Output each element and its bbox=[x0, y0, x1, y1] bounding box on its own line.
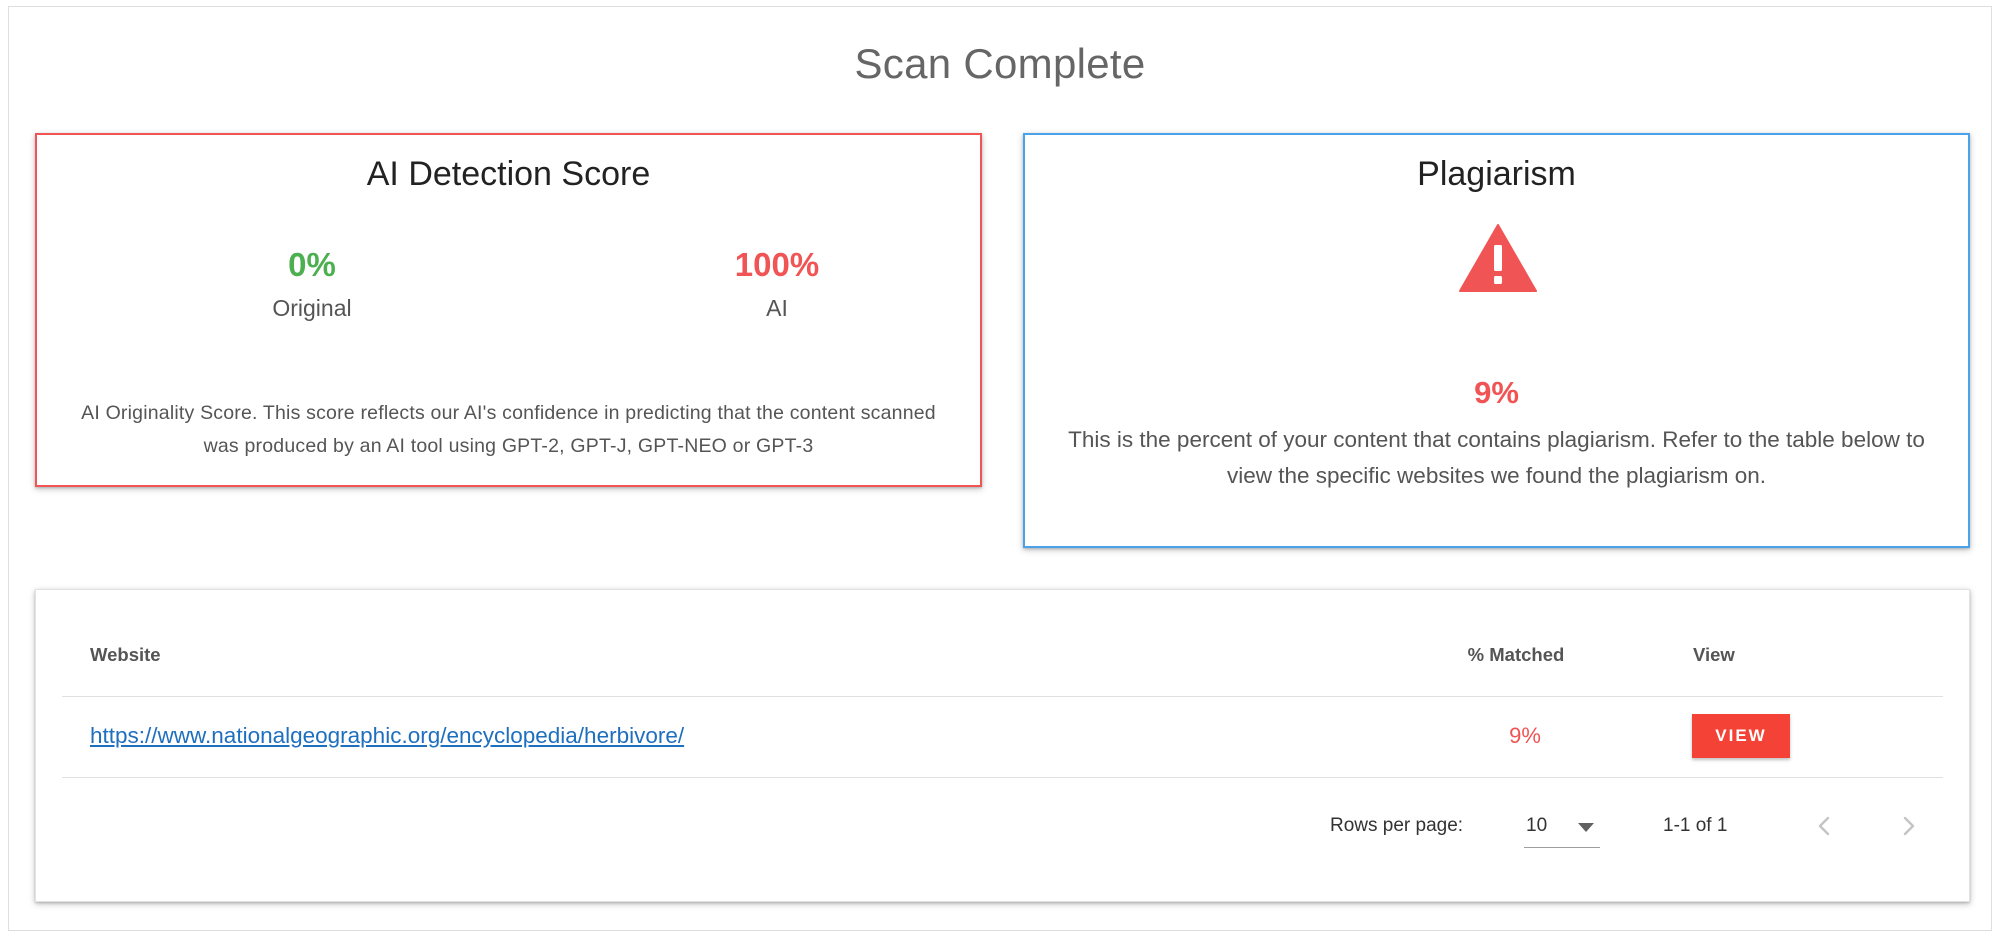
warning-triangle-icon bbox=[1459, 224, 1537, 292]
website-link[interactable]: https://www.nationalgeographic.org/encyc… bbox=[90, 723, 684, 749]
column-header-website[interactable]: Website bbox=[90, 644, 161, 666]
column-header-matched[interactable]: % Matched bbox=[1436, 644, 1596, 666]
ai-detection-card: AI Detection Score 0% Original 100% AI A… bbox=[35, 133, 982, 487]
plagiarism-description: This is the percent of your content that… bbox=[1068, 427, 1925, 488]
ai-score-label: AI bbox=[766, 295, 788, 321]
original-score: 0% Original bbox=[162, 245, 462, 322]
plagiarism-percent: 9% bbox=[1474, 375, 1519, 410]
matched-percent: 9% bbox=[1509, 723, 1541, 748]
chevron-right-icon[interactable] bbox=[1891, 809, 1925, 843]
ai-score: 100% AI bbox=[627, 245, 927, 322]
rows-per-page-value: 10 bbox=[1526, 815, 1548, 836]
original-score-label: Original bbox=[272, 295, 352, 321]
chevron-left-icon[interactable] bbox=[1808, 809, 1842, 843]
view-button[interactable]: VIEW bbox=[1692, 714, 1790, 758]
original-score-value: 0% bbox=[288, 246, 336, 283]
rows-per-page-label: Rows per page: bbox=[1330, 815, 1464, 836]
plagiarism-card-title: Plagiarism bbox=[1417, 155, 1576, 193]
ai-card-title: AI Detection Score bbox=[366, 155, 651, 193]
row-divider bbox=[62, 777, 1943, 778]
ai-score-value: 100% bbox=[734, 246, 820, 283]
column-header-view: View bbox=[1693, 644, 1735, 665]
plagiarism-card: Plagiarism 9% This is the percent of you… bbox=[1023, 133, 1970, 548]
results-table: Website % Matched View https://www.natio… bbox=[35, 589, 1970, 902]
caret-down-icon bbox=[1578, 823, 1594, 832]
rows-per-page-select[interactable]: 10 bbox=[1524, 804, 1600, 848]
header-divider bbox=[62, 696, 1943, 697]
ai-score-description: AI Originality Score. This score reflect… bbox=[81, 402, 936, 457]
page-title: Scan Complete bbox=[854, 40, 1146, 87]
pagination-range: 1-1 of 1 bbox=[1663, 815, 1728, 836]
